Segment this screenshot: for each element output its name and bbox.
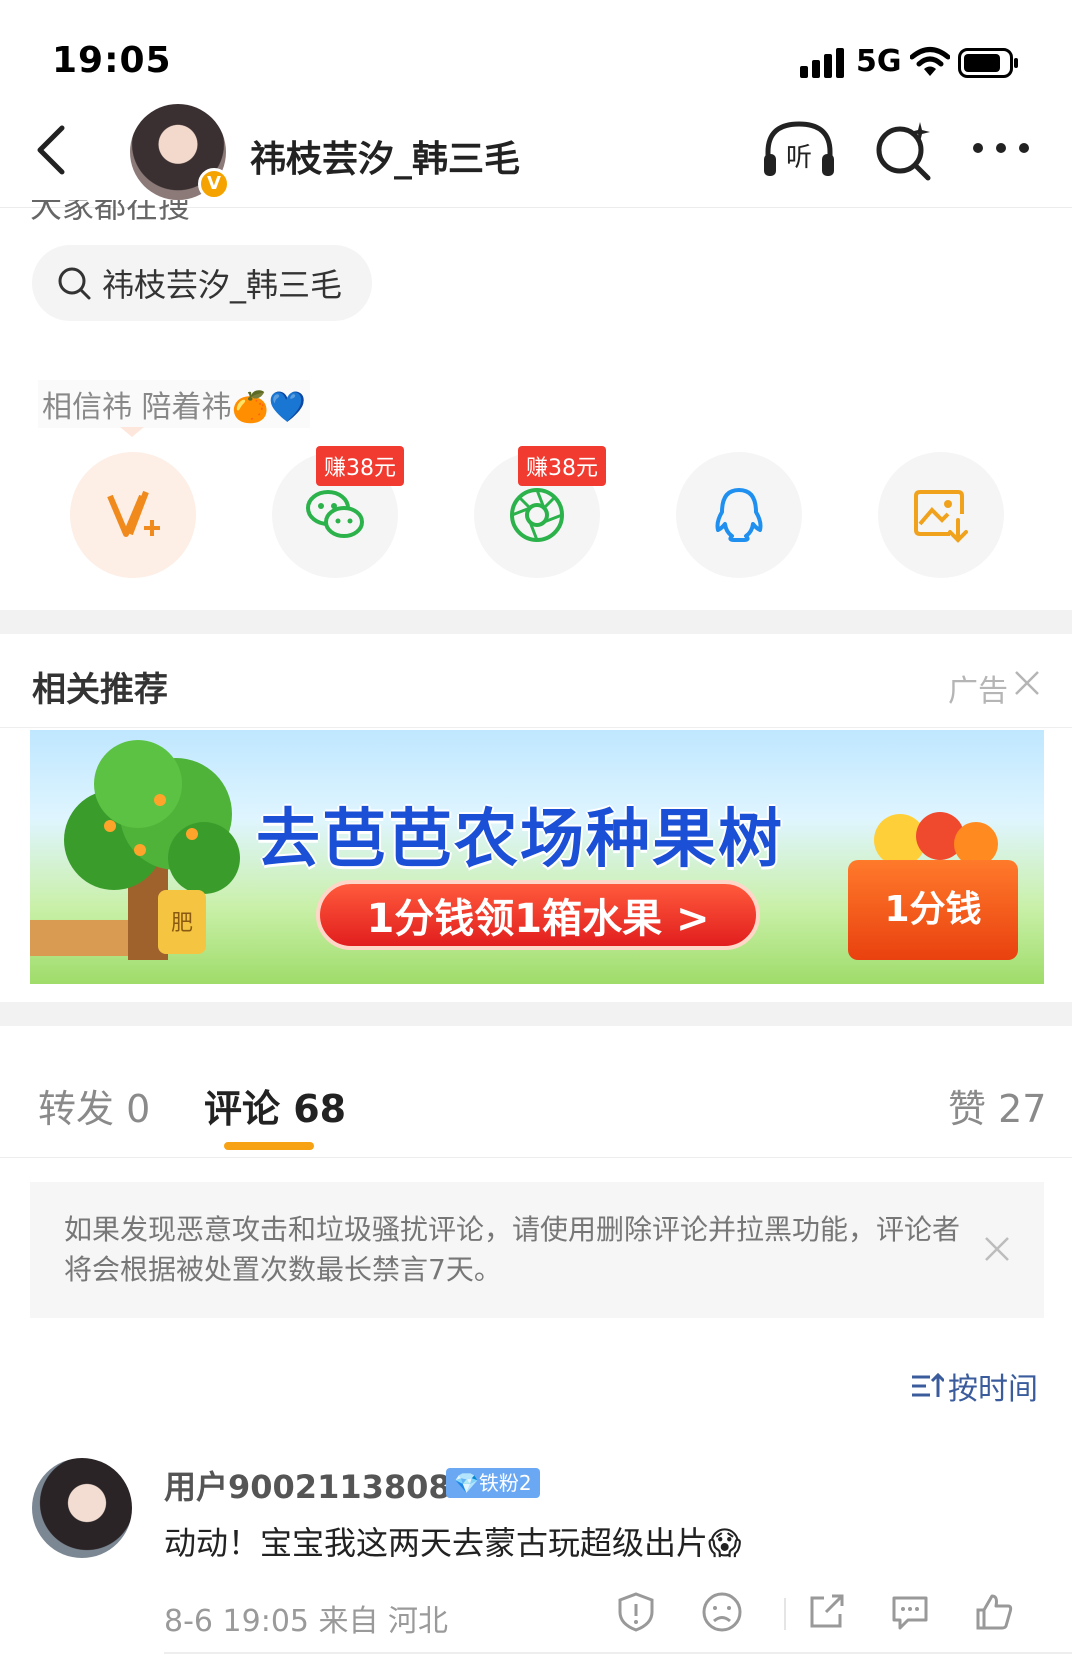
more-icon[interactable] bbox=[970, 136, 1032, 160]
signal-icon bbox=[800, 46, 846, 78]
nav-bar: V 祎枝芸汐_韩三毛 听 bbox=[0, 100, 1072, 208]
active-tab-indicator bbox=[224, 1142, 314, 1150]
comment-notice: 如果发现恶意攻击和垃圾骚扰评论，请使用删除评论并拉黑功能，评论者将会根据被处置次… bbox=[30, 1182, 1044, 1318]
sort-by-time-button[interactable]: 按时间 bbox=[910, 1364, 1038, 1408]
vip-share-button[interactable] bbox=[70, 452, 196, 578]
comment-meta: 8-6 19:05 来自 河北 bbox=[164, 1604, 449, 1639]
wechat-share-button[interactable]: 赚38元 bbox=[272, 446, 404, 578]
comment-divider bbox=[164, 1652, 1072, 1654]
moments-icon bbox=[510, 488, 564, 542]
status-time: 19:05 bbox=[52, 40, 172, 81]
recommend-header: 相关推荐 广告 bbox=[0, 636, 1072, 728]
recommend-title: 相关推荐 bbox=[32, 670, 168, 710]
wechat-icon bbox=[306, 490, 364, 538]
search-icon bbox=[58, 267, 91, 300]
comment-item: 用户9002113808 💎铁粉2 动动！宝宝我这两天去蒙古玩超级出片😱 8-6… bbox=[0, 1452, 1072, 1656]
share-icon[interactable] bbox=[804, 1590, 848, 1634]
fruit-tree-image: 肥 bbox=[30, 740, 240, 960]
page-title[interactable]: 祎枝芸汐_韩三毛 bbox=[250, 130, 520, 182]
section-divider bbox=[0, 610, 1072, 634]
sort-label: 按时间 bbox=[948, 1372, 1038, 1407]
sort-icon bbox=[912, 1372, 944, 1397]
ad-banner[interactable]: 肥 去芭芭农场种果树 1分钱领1箱水果 > 1分钱 bbox=[30, 730, 1044, 984]
tab-comment[interactable]: 评论 68 bbox=[204, 1078, 346, 1133]
interaction-tabs: 转发 0 评论 68 赞 27 bbox=[0, 1040, 1072, 1158]
svg-text:听: 听 bbox=[786, 143, 812, 173]
fertilizer-label: 肥 bbox=[171, 911, 193, 936]
save-image-icon bbox=[914, 490, 968, 543]
search-icon[interactable] bbox=[874, 118, 934, 182]
qq-share-button[interactable] bbox=[676, 452, 802, 578]
avatar[interactable] bbox=[32, 1458, 132, 1558]
listen-icon[interactable]: 听 bbox=[762, 118, 836, 182]
wifi-icon bbox=[910, 47, 950, 76]
ad-label: 广告 bbox=[948, 674, 1008, 709]
profile-avatar[interactable]: V bbox=[130, 104, 230, 200]
search-suggestion-chip[interactable]: 祎枝芸汐_韩三毛 bbox=[32, 245, 373, 321]
ad-price-box: 1分钱 bbox=[848, 860, 1018, 960]
notice-text: 如果发现恶意攻击和垃圾骚扰评论，请使用删除评论并拉黑功能，评论者将会根据被处置次… bbox=[64, 1213, 961, 1286]
fan-badge: 💎铁粉2 bbox=[446, 1468, 540, 1498]
earn-badge: 赚38元 bbox=[518, 446, 606, 486]
vip-plus-icon bbox=[107, 490, 160, 537]
verified-badge: V bbox=[198, 168, 230, 200]
battery-icon bbox=[958, 48, 1018, 78]
share-caption: 相信祎 陪着祎🍊💙 bbox=[38, 380, 311, 428]
report-icon[interactable] bbox=[614, 1590, 658, 1634]
action-separator bbox=[784, 1598, 786, 1630]
like-icon[interactable] bbox=[972, 1590, 1016, 1634]
comment-username[interactable]: 用户9002113808 bbox=[164, 1462, 451, 1508]
earn-badge: 赚38元 bbox=[316, 446, 404, 486]
ad-cta-button[interactable]: 1分钱领1箱水果 > bbox=[316, 880, 760, 950]
reply-icon[interactable] bbox=[888, 1590, 932, 1634]
close-icon[interactable] bbox=[1012, 668, 1042, 698]
comment-text: 动动！宝宝我这两天去蒙古玩超级出片😱 bbox=[164, 1524, 742, 1562]
caption-pointer bbox=[120, 427, 144, 437]
fruit-basket-image bbox=[874, 812, 998, 866]
network-label: 5G bbox=[856, 44, 902, 79]
section-divider bbox=[0, 1002, 1072, 1026]
ad-headline: 去芭芭农场种果树 bbox=[256, 803, 784, 877]
moments-share-button[interactable]: 赚38元 bbox=[474, 446, 606, 578]
share-row: 赚38元 赚38元 bbox=[0, 446, 1072, 582]
save-image-button[interactable] bbox=[878, 452, 1004, 578]
comment-actions bbox=[614, 1590, 1054, 1640]
back-icon[interactable] bbox=[30, 122, 80, 178]
search-chip-text: 祎枝芸汐_韩三毛 bbox=[102, 266, 343, 304]
status-bar: 19:05 5G bbox=[0, 0, 1072, 110]
close-icon[interactable] bbox=[980, 1232, 1014, 1266]
dislike-face-icon[interactable] bbox=[700, 1590, 744, 1634]
tab-repost[interactable]: 转发 0 bbox=[38, 1078, 150, 1133]
tab-like[interactable]: 赞 27 bbox=[948, 1078, 1046, 1133]
qq-icon bbox=[715, 488, 763, 542]
